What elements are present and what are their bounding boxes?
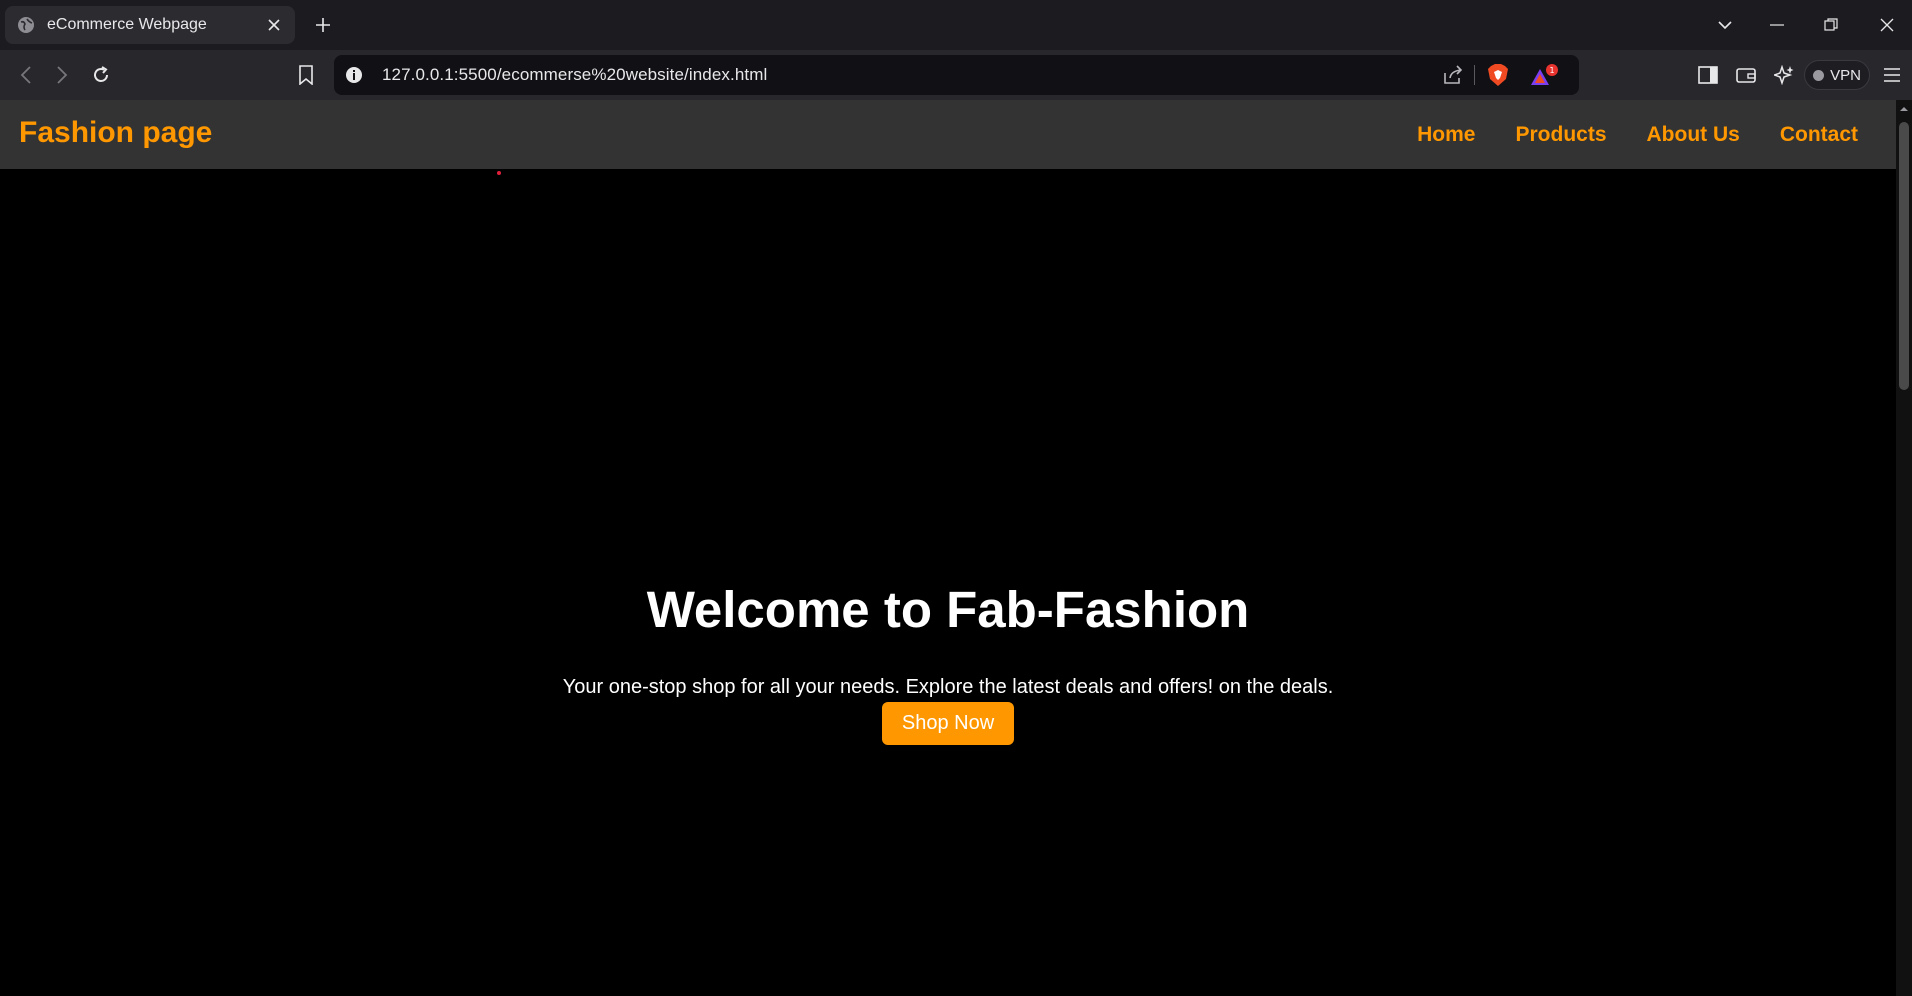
- bookmark-icon[interactable]: [294, 63, 318, 87]
- nav-link-products[interactable]: Products: [1515, 123, 1606, 147]
- forward-arrow-icon[interactable]: [50, 63, 74, 87]
- close-tab-icon[interactable]: [265, 16, 283, 34]
- nav-link-home[interactable]: Home: [1417, 123, 1475, 147]
- restore-icon[interactable]: [1820, 14, 1842, 36]
- scroll-thumb[interactable]: [1899, 122, 1909, 390]
- tab-search-chevron-icon[interactable]: [1714, 14, 1736, 36]
- vpn-status-icon: [1813, 69, 1825, 81]
- site-info-icon[interactable]: [344, 65, 364, 85]
- browser-tab[interactable]: eCommerce Webpage: [5, 6, 295, 44]
- site-header: Fashion page Home Products About Us Cont…: [0, 100, 1896, 169]
- minimize-icon[interactable]: [1766, 14, 1788, 36]
- reload-icon[interactable]: [89, 63, 113, 87]
- share-icon[interactable]: [1442, 64, 1464, 86]
- page-scrollbar[interactable]: [1896, 100, 1912, 996]
- webpage-viewport: Fashion page Home Products About Us Cont…: [0, 100, 1896, 996]
- site-logo[interactable]: Fashion page: [19, 116, 212, 150]
- hero-section: Welcome to Fab-Fashion Your one-stop sho…: [0, 169, 1896, 996]
- vpn-button[interactable]: VPN: [1804, 60, 1870, 90]
- address-bar[interactable]: 127.0.0.1:5500/ecommerse%20website/index…: [334, 55, 1579, 95]
- close-window-icon[interactable]: [1876, 14, 1898, 36]
- new-tab-plus-icon[interactable]: [312, 14, 334, 36]
- tab-title: eCommerce Webpage: [47, 16, 207, 33]
- nav-link-about-us[interactable]: About Us: [1647, 123, 1740, 147]
- hamburger-menu-icon[interactable]: [1880, 63, 1904, 87]
- shop-now-button[interactable]: Shop Now: [882, 702, 1014, 745]
- browser-toolbar: 127.0.0.1:5500/ecommerse%20website/index…: [0, 50, 1912, 100]
- brave-shields-icon[interactable]: [1487, 63, 1509, 87]
- url-text[interactable]: 127.0.0.1:5500/ecommerse%20website/index…: [382, 65, 767, 85]
- hero-subtitle: Your one-stop shop for all your needs. E…: [562, 676, 1334, 698]
- hero-title: Welcome to Fab-Fashion: [646, 581, 1250, 638]
- svg-text:1: 1: [1549, 66, 1554, 75]
- brave-rewards-icon[interactable]: 1: [1530, 63, 1560, 89]
- nav-link-contact[interactable]: Contact: [1780, 123, 1858, 147]
- wallet-icon[interactable]: [1734, 63, 1758, 87]
- leo-ai-sparkle-icon[interactable]: [1772, 63, 1796, 87]
- globe-icon: [17, 16, 35, 34]
- sidebar-toggle-icon[interactable]: [1696, 63, 1720, 87]
- main-nav: Home Products About Us Contact: [1417, 123, 1858, 147]
- back-arrow-icon[interactable]: [14, 63, 38, 87]
- vpn-label: VPN: [1830, 66, 1861, 84]
- address-bar-divider: [1474, 65, 1475, 85]
- tab-strip: eCommerce Webpage: [0, 0, 1912, 50]
- scroll-up-arrow-icon[interactable]: [1899, 104, 1909, 114]
